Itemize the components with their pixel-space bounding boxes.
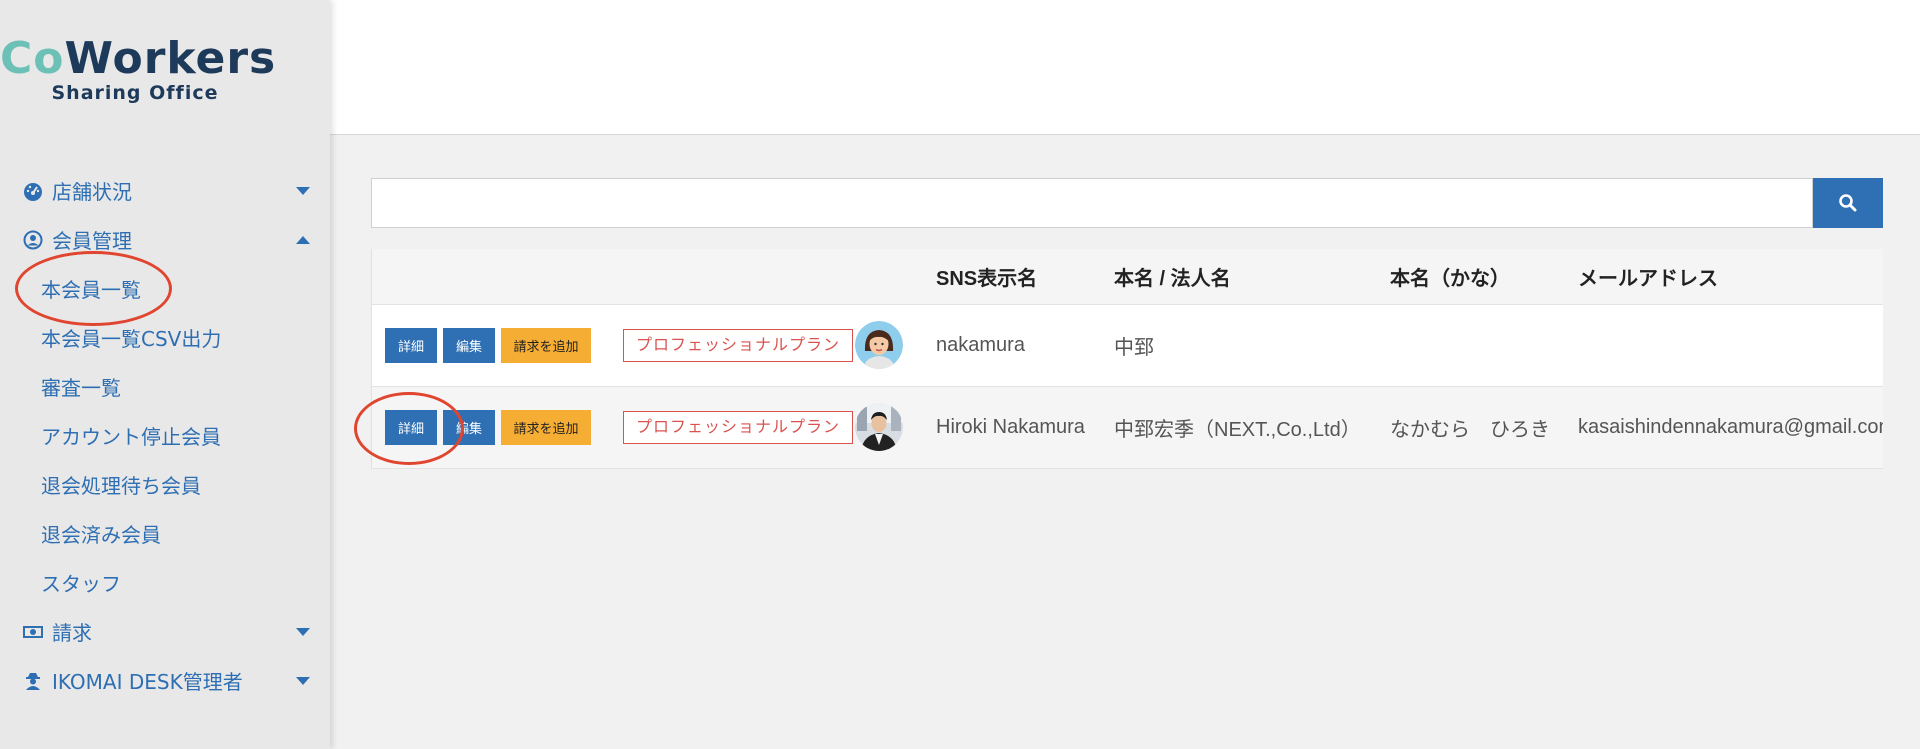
email-cell: kasaishindennakamura@gmail.com — [1578, 415, 1883, 438]
sidebar-item-label: アカウント停止会員 — [41, 425, 221, 449]
table-header-row: SNS表示名 本名 / 法人名 本名（かな） メールアドレス — [372, 249, 1883, 305]
row-actions-cell: 詳細 編集 請求を追加 プロフェッショナルプラン — [372, 386, 855, 468]
search-bar — [371, 178, 1883, 228]
sidebar-item-store-status[interactable]: 店舗状況 — [0, 166, 330, 215]
table-row: 詳細 編集 請求を追加 プロフェッショナルプラン — [372, 386, 1883, 468]
logo-title: CoWorkers — [0, 33, 277, 84]
column-header-actions — [372, 249, 855, 305]
edit-button[interactable]: 編集 — [443, 409, 495, 445]
detail-button[interactable]: 詳細 — [385, 409, 437, 445]
plan-badge: プロフェッショナルプラン — [623, 410, 854, 444]
search-input[interactable] — [371, 178, 1813, 228]
real-name-cell: 中郅宏季（NEXT.,Co.,Ltd） — [1114, 418, 1361, 441]
chevron-up-icon — [296, 235, 310, 244]
sidebar-item-label: 審査一覧 — [41, 376, 121, 400]
add-billing-button[interactable]: 請求を追加 — [501, 409, 591, 445]
add-billing-button[interactable]: 請求を追加 — [501, 327, 591, 363]
avatar-cell — [855, 304, 936, 386]
kana-cell: なかむら ひろき — [1390, 418, 1550, 441]
sidebar-item-label: 会員管理 — [52, 229, 132, 253]
sidebar-item-member-management[interactable]: 会員管理 — [0, 215, 330, 264]
top-header — [330, 0, 1920, 135]
logo[interactable]: CoWorkers Sharing Office — [0, 33, 277, 105]
sidebar-item-label: IKOMAI DESK管理者 — [52, 670, 243, 694]
avatar-cell — [855, 386, 936, 468]
sidebar-item-review-list[interactable]: 審査一覧 — [0, 362, 330, 411]
detail-button[interactable]: 詳細 — [385, 327, 437, 363]
sidebar: CoWorkers Sharing Office 店舗状況 会員管理 本会員一覧… — [0, 0, 330, 749]
chevron-down-icon — [296, 676, 310, 685]
table-row: 詳細 編集 請求を追加 プロフェッショナルプラン — [372, 304, 1883, 386]
sidebar-item-label: 請求 — [52, 621, 92, 645]
sidebar-item-staff[interactable]: スタッフ — [0, 558, 330, 607]
edit-button[interactable]: 編集 — [443, 327, 495, 363]
column-header-kana[interactable]: 本名（かな） — [1390, 249, 1578, 305]
sidebar-item-member-csv-export[interactable]: 本会員一覧CSV出力 — [0, 313, 330, 362]
dashboard-icon — [22, 180, 44, 202]
sidebar-nav: 店舗状況 会員管理 本会員一覧 本会員一覧CSV出力 審査一覧 アカウント停止会… — [0, 166, 330, 705]
avatar — [855, 321, 903, 369]
sns-name-cell: Hiroki Nakamura — [936, 415, 1085, 438]
sidebar-item-ikomai-desk-admin[interactable]: IKOMAI DESK管理者 — [0, 656, 330, 705]
sidebar-item-label: 退会済み会員 — [41, 523, 161, 547]
search-button[interactable] — [1813, 178, 1883, 228]
sidebar-item-billing[interactable]: 請求 — [0, 607, 330, 656]
avatar — [855, 403, 903, 451]
sns-name-cell: nakamura — [936, 333, 1025, 356]
sidebar-item-label: 退会処理待ち会員 — [41, 474, 201, 498]
real-name-cell: 中郅 — [1114, 336, 1154, 359]
user-secret-icon — [22, 670, 44, 692]
chevron-down-icon — [296, 186, 310, 195]
money-icon — [22, 621, 44, 643]
column-header-email[interactable]: メールアドレス — [1578, 249, 1883, 305]
sidebar-item-withdrawn-members[interactable]: 退会済み会員 — [0, 509, 330, 558]
member-table: SNS表示名 本名 / 法人名 本名（かな） メールアドレス 詳細 編集 請求を… — [372, 249, 1883, 469]
chevron-down-icon — [296, 627, 310, 636]
row-actions-cell: 詳細 編集 請求を追加 プロフェッショナルプラン — [372, 304, 855, 386]
sidebar-item-label: 店舗状況 — [52, 180, 132, 204]
sidebar-item-pending-withdrawal[interactable]: 退会処理待ち会員 — [0, 460, 330, 509]
user-circle-icon — [22, 229, 44, 251]
member-table-container[interactable]: SNS表示名 本名 / 法人名 本名（かな） メールアドレス 詳細 編集 請求を… — [371, 249, 1883, 469]
email-cell — [1578, 304, 1883, 386]
sidebar-item-label: スタッフ — [41, 572, 121, 596]
column-header-sns-name[interactable]: SNS表示名 — [936, 249, 1114, 305]
logo-subtitle: Sharing Office — [51, 82, 219, 104]
kana-cell — [1390, 304, 1578, 386]
plan-badge: プロフェッショナルプラン — [623, 328, 854, 362]
column-header-avatar — [855, 249, 936, 305]
sidebar-item-label: 本会員一覧 — [41, 278, 141, 302]
sidebar-item-suspended-members[interactable]: アカウント停止会員 — [0, 411, 330, 460]
sidebar-item-label: 本会員一覧CSV出力 — [41, 327, 222, 351]
sidebar-item-member-list[interactable]: 本会員一覧 — [0, 264, 330, 313]
column-header-real-name[interactable]: 本名 / 法人名 — [1114, 249, 1390, 305]
search-icon — [1839, 194, 1857, 212]
